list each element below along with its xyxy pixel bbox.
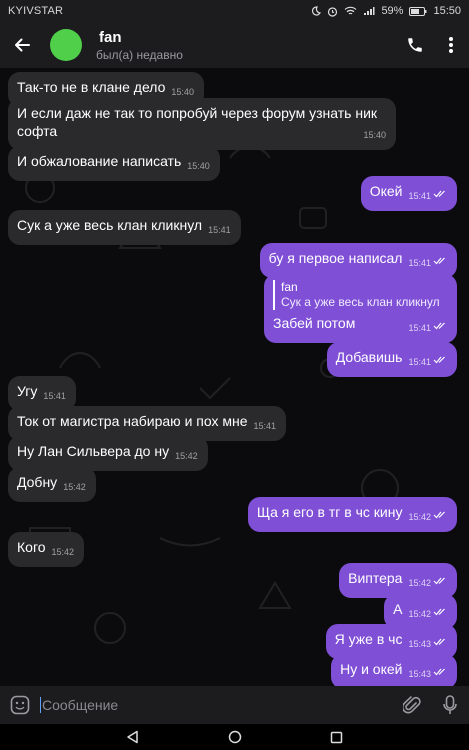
read-ticks-icon bbox=[433, 638, 445, 646]
message-bubble[interactable]: Виптера 15:42 bbox=[339, 563, 457, 598]
reply-text: Сук а уже весь клан кликнул bbox=[281, 295, 440, 309]
read-ticks-icon bbox=[433, 668, 445, 676]
system-nav-bar bbox=[0, 724, 469, 750]
message-text: Я уже в чс bbox=[334, 631, 403, 647]
message-text: Ну и окей bbox=[340, 661, 403, 677]
message-input-placeholder: Сообщение bbox=[42, 697, 119, 713]
message-time: 15:41 bbox=[408, 323, 431, 333]
chat-header: fan был(а) недавно bbox=[0, 22, 469, 68]
composer: Сообщение bbox=[0, 686, 469, 724]
message-text: Забей потом bbox=[273, 315, 356, 331]
message-bubble[interactable]: Ну и окей 15:43 bbox=[331, 654, 457, 686]
moon-icon bbox=[312, 6, 322, 16]
attach-button[interactable] bbox=[393, 695, 431, 715]
message-text: Добавишь bbox=[335, 349, 403, 365]
read-ticks-icon bbox=[433, 190, 445, 198]
message-text: Ну Лан Сильвера до ну bbox=[17, 443, 170, 459]
back-button[interactable] bbox=[0, 22, 44, 68]
message-text: Кого bbox=[17, 539, 46, 555]
emoji-icon bbox=[10, 695, 30, 715]
message-time: 15:40 bbox=[187, 161, 210, 171]
phone-icon bbox=[408, 38, 422, 52]
back-arrow-icon bbox=[15, 38, 30, 52]
message-text: Так-то не в клане дело bbox=[17, 79, 166, 95]
message-time: 15:41 bbox=[408, 258, 431, 268]
voice-button[interactable] bbox=[431, 695, 469, 715]
read-ticks-icon bbox=[433, 257, 445, 265]
message-text: Сук а уже весь клан кликнул bbox=[17, 217, 203, 233]
contact-info[interactable]: fan был(а) недавно bbox=[96, 29, 397, 62]
message-time: 15:41 bbox=[253, 421, 277, 431]
alarm-icon bbox=[328, 6, 338, 17]
avatar[interactable] bbox=[50, 29, 82, 61]
message-time: 15:41 bbox=[408, 357, 431, 367]
message-text: И если даж не так то попробуй через фору… bbox=[17, 105, 378, 121]
message-time: 15:42 bbox=[51, 547, 75, 557]
signal-icon bbox=[364, 7, 375, 15]
read-ticks-icon bbox=[433, 322, 445, 330]
contact-name: fan bbox=[99, 28, 122, 46]
message-time: 15:42 bbox=[408, 609, 431, 619]
message-text: Виптера bbox=[348, 570, 403, 586]
message-time: 15:42 bbox=[408, 512, 431, 522]
message-text: Добну bbox=[17, 474, 58, 490]
reply-quote[interactable]: fan Сук а уже весь клан кликнул bbox=[273, 280, 447, 310]
message-bubble[interactable]: Сук а уже весь клан кликнул 15:41 bbox=[8, 210, 241, 245]
wifi-icon bbox=[345, 6, 357, 15]
message-time: 15:41 bbox=[43, 391, 66, 401]
read-ticks-icon bbox=[433, 356, 445, 364]
message-list[interactable]: Так-то не в клане дело 15:40 И если даж н… bbox=[0, 68, 469, 686]
message-text: Окей bbox=[369, 183, 403, 199]
message-bubble[interactable]: Добавишь 15:41 bbox=[326, 342, 457, 377]
read-ticks-icon bbox=[433, 511, 445, 519]
message-time: 15:42 bbox=[408, 578, 431, 588]
message-text: Ток от магистра набираю и пох мне bbox=[17, 413, 248, 429]
message-text: И обжалование написать bbox=[17, 153, 182, 169]
more-vert-icon bbox=[449, 37, 453, 53]
status-bar: KYIVSTAR 59% 15:50 bbox=[0, 0, 469, 22]
message-bubble[interactable]: И если даж не так то попробуй через фору… bbox=[8, 98, 396, 150]
message-time: 15:42 bbox=[175, 451, 198, 461]
emoji-button[interactable] bbox=[0, 695, 40, 715]
message-input[interactable]: Сообщение bbox=[40, 697, 393, 713]
battery-icon bbox=[409, 6, 427, 16]
clock: 15:50 bbox=[433, 5, 461, 17]
message-bubble[interactable]: Добну 15:42 bbox=[8, 467, 96, 502]
call-button[interactable] bbox=[397, 22, 433, 68]
message-text: Угу bbox=[17, 383, 38, 399]
message-bubble[interactable]: Окей 15:41 bbox=[360, 176, 457, 211]
read-ticks-icon bbox=[433, 608, 445, 616]
carrier-label: KYIVSTAR bbox=[8, 5, 64, 17]
reply-author: fan bbox=[281, 280, 298, 294]
message-text: Ща я его в тг в чс кину bbox=[256, 504, 403, 520]
message-bubble[interactable]: бу я первое написал 15:41 bbox=[259, 243, 457, 278]
read-ticks-icon bbox=[433, 577, 445, 585]
message-text: А bbox=[393, 601, 403, 617]
message-bubble[interactable]: Ну Лан Сильвера до ну 15:42 bbox=[8, 436, 208, 471]
message-bubble[interactable]: И обжалование написать 15:40 bbox=[8, 146, 220, 181]
message-time: 15:41 bbox=[208, 225, 231, 235]
mic-icon bbox=[443, 695, 457, 714]
last-seen: был(а) недавно bbox=[96, 47, 183, 62]
message-time: 15:41 bbox=[408, 191, 431, 201]
message-text: бу я первое написал bbox=[268, 250, 403, 266]
text-caret bbox=[40, 697, 41, 713]
message-time: 15:40 bbox=[363, 130, 386, 140]
message-time: 15:43 bbox=[408, 639, 431, 649]
more-button[interactable] bbox=[433, 22, 469, 68]
battery-percent: 59% bbox=[381, 5, 404, 17]
message-time: 15:43 bbox=[408, 669, 431, 679]
message-time: 15:42 bbox=[63, 482, 86, 492]
nav-back-icon[interactable] bbox=[126, 730, 140, 744]
message-bubble[interactable]: Кого 15:42 bbox=[8, 532, 85, 567]
message-bubble[interactable]: Ща я его в тг в чс кину 15:42 bbox=[247, 497, 457, 532]
attach-icon bbox=[403, 696, 421, 714]
nav-recents-icon[interactable] bbox=[330, 731, 343, 744]
message-bubble[interactable]: fan Сук а уже весь клан кликнул Забей по… bbox=[264, 274, 457, 343]
nav-home-icon[interactable] bbox=[228, 730, 242, 744]
message-time: 15:40 bbox=[171, 87, 194, 97]
message-text-cont: софта bbox=[17, 123, 58, 139]
